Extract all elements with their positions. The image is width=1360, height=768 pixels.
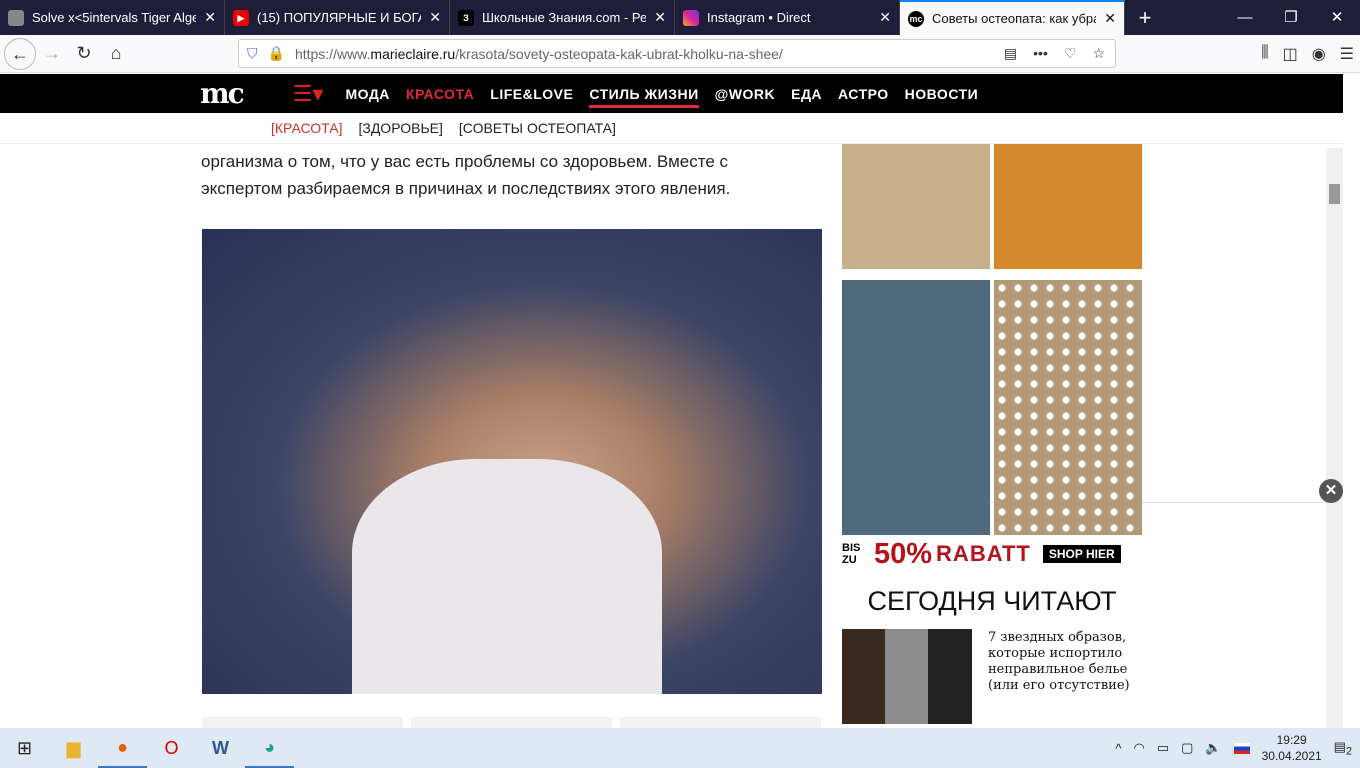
show-hidden-icons[interactable]: ^ [1115, 741, 1121, 756]
menu-eda[interactable]: ЕДА [791, 86, 822, 102]
firefox-icon[interactable]: ● [98, 728, 147, 768]
word-icon[interactable]: W [196, 728, 245, 768]
instagram-favicon-icon [683, 9, 699, 26]
shield-icon[interactable]: ⛉ [247, 45, 258, 62]
reload-icon[interactable]: ↻ [68, 43, 100, 64]
notifications-icon[interactable]: ▤2 [1334, 739, 1352, 758]
web-page: mc ☰▾ МОДА КРАСОТА LIFE&LOVE СТИЛЬ ЖИЗНИ… [0, 74, 1343, 728]
new-tab-button[interactable]: + [1125, 0, 1165, 35]
close-tab-icon[interactable]: ✕ [1104, 10, 1116, 27]
breadcrumb-krasota[interactable]: [КРАСОТА] [271, 120, 342, 136]
close-window-icon[interactable]: ✕ [1314, 0, 1360, 35]
story-link[interactable]: 7 звездных образов, которые испортило не… [988, 630, 1138, 694]
minimize-icon[interactable]: — [1222, 0, 1268, 35]
rabatt-banner[interactable]: BIS ZU 50% RABATT SHOP HIER [842, 538, 1142, 570]
tab-instagram[interactable]: Instagram • Direct ✕ [675, 0, 900, 35]
znania-favicon-icon: З [458, 9, 474, 26]
close-tab-icon[interactable]: ✕ [204, 9, 216, 26]
clock[interactable]: 19:29 30.04.2021 [1262, 732, 1322, 764]
lock-icon[interactable]: 🔒 [268, 45, 285, 62]
close-overlay-button[interactable]: ✕ [1319, 479, 1343, 503]
related-cards [202, 717, 821, 728]
story-thumbnail[interactable] [842, 629, 972, 724]
library-icon[interactable]: ⫼ [1261, 44, 1268, 64]
reader-view-icon[interactable]: ▤ [1004, 45, 1017, 62]
menu-astro[interactable]: АСТРО [838, 86, 889, 102]
home-icon[interactable]: ⌂ [100, 43, 132, 64]
account-icon[interactable]: ◉ [1312, 44, 1326, 64]
camera-icon[interactable]: ▢ [1181, 740, 1193, 756]
menu-moda[interactable]: МОДА [345, 86, 389, 102]
forward-icon[interactable]: → [36, 43, 68, 64]
menu-lifelove[interactable]: LIFE&LOVE [490, 86, 573, 102]
volume-icon[interactable]: 🔈 [1205, 740, 1221, 756]
site-menu: mc ☰▾ МОДА КРАСОТА LIFE&LOVE СТИЛЬ ЖИЗНИ… [0, 74, 1343, 113]
tab-youtube[interactable]: ▶(15) ПОПУЛЯРНЫЕ И БОГАТЫЕ✕ [225, 0, 450, 35]
wifi-icon[interactable]: ◠ [1133, 740, 1144, 756]
opera-icon[interactable]: O [147, 728, 196, 768]
start-windows-icon[interactable]: ⊞ [0, 728, 49, 768]
breadcrumb: [КРАСОТА] [ЗДОРОВЬЕ] [СОВЕТЫ ОСТЕОПАТА] [0, 113, 1343, 144]
url-bar[interactable]: ⛉ 🔒 https://www.marieclaire.ru/krasota/s… [238, 39, 1116, 68]
site-logo[interactable]: mc [200, 77, 245, 110]
tiger-favicon-icon [8, 9, 24, 26]
close-tab-icon[interactable]: ✕ [879, 9, 891, 26]
tab-marieclaire[interactable]: mc Советы остеопата: как убрать ✕ [900, 0, 1125, 35]
menu-krasota[interactable]: КРАСОТА [406, 86, 474, 102]
article-lead: организма о том, что у вас есть проблемы… [201, 152, 731, 198]
breadcrumb-zdorovie[interactable]: [ЗДОРОВЬЕ] [358, 120, 442, 136]
menu-stil-zhizni[interactable]: СТИЛЬ ЖИЗНИ [589, 86, 699, 108]
language-flag-icon[interactable] [1233, 742, 1250, 754]
more-actions-icon[interactable]: ••• [1033, 45, 1048, 62]
tab-bar: Solve x<5intervals Tiger Algebra✕ ▶(15) … [0, 0, 1360, 35]
shop-hier-button[interactable]: SHOP HIER [1042, 545, 1121, 563]
scrollbar[interactable] [1326, 148, 1343, 728]
edge-icon[interactable]: ◕ [245, 728, 294, 768]
url-text: https://www.marieclaire.ru/krasota/sovet… [294, 45, 783, 62]
back-icon[interactable]: ← [4, 37, 36, 70]
restore-icon[interactable]: ❐ [1268, 0, 1314, 35]
hamburger-menu-icon[interactable]: ☰▾ [293, 81, 324, 107]
file-explorer-icon[interactable]: ▆ [49, 728, 98, 768]
pocket-icon[interactable]: ♡ [1064, 45, 1077, 62]
taskbar: ⊞ ▆ ● O W ◕ ^ ◠ ▭ ▢ 🔈 19:29 30.04.2021 ▤2 [0, 728, 1360, 768]
article-photo [202, 229, 822, 694]
youtube-favicon-icon: ▶ [233, 9, 249, 26]
sidebar-icon[interactable]: ◫ [1283, 44, 1298, 64]
breadcrumb-sovety[interactable]: [СОВЕТЫ ОСТЕОПАТА] [459, 120, 616, 136]
close-tab-icon[interactable]: ✕ [654, 9, 666, 26]
battery-icon[interactable]: ▭ [1157, 740, 1169, 756]
tab-tiger-algebra[interactable]: Solve x<5intervals Tiger Algebra✕ [0, 0, 225, 35]
tab-znania[interactable]: ЗШкольные Знания.com - Решение✕ [450, 0, 675, 35]
app-menu-icon[interactable]: ☰ [1340, 44, 1354, 64]
close-tab-icon[interactable]: ✕ [429, 9, 441, 26]
today-reading-heading: СЕГОДНЯ ЧИТАЮТ [867, 586, 1117, 616]
menu-novosti[interactable]: НОВОСТИ [905, 86, 979, 102]
navigation-toolbar: ← → ↻ ⌂ ⛉ 🔒 https://www.marieclaire.ru/k… [0, 35, 1360, 73]
bookmark-star-icon[interactable]: ☆ [1092, 45, 1105, 62]
mc-favicon-icon: mc [908, 10, 924, 27]
menu-work[interactable]: @WORK [715, 86, 775, 102]
